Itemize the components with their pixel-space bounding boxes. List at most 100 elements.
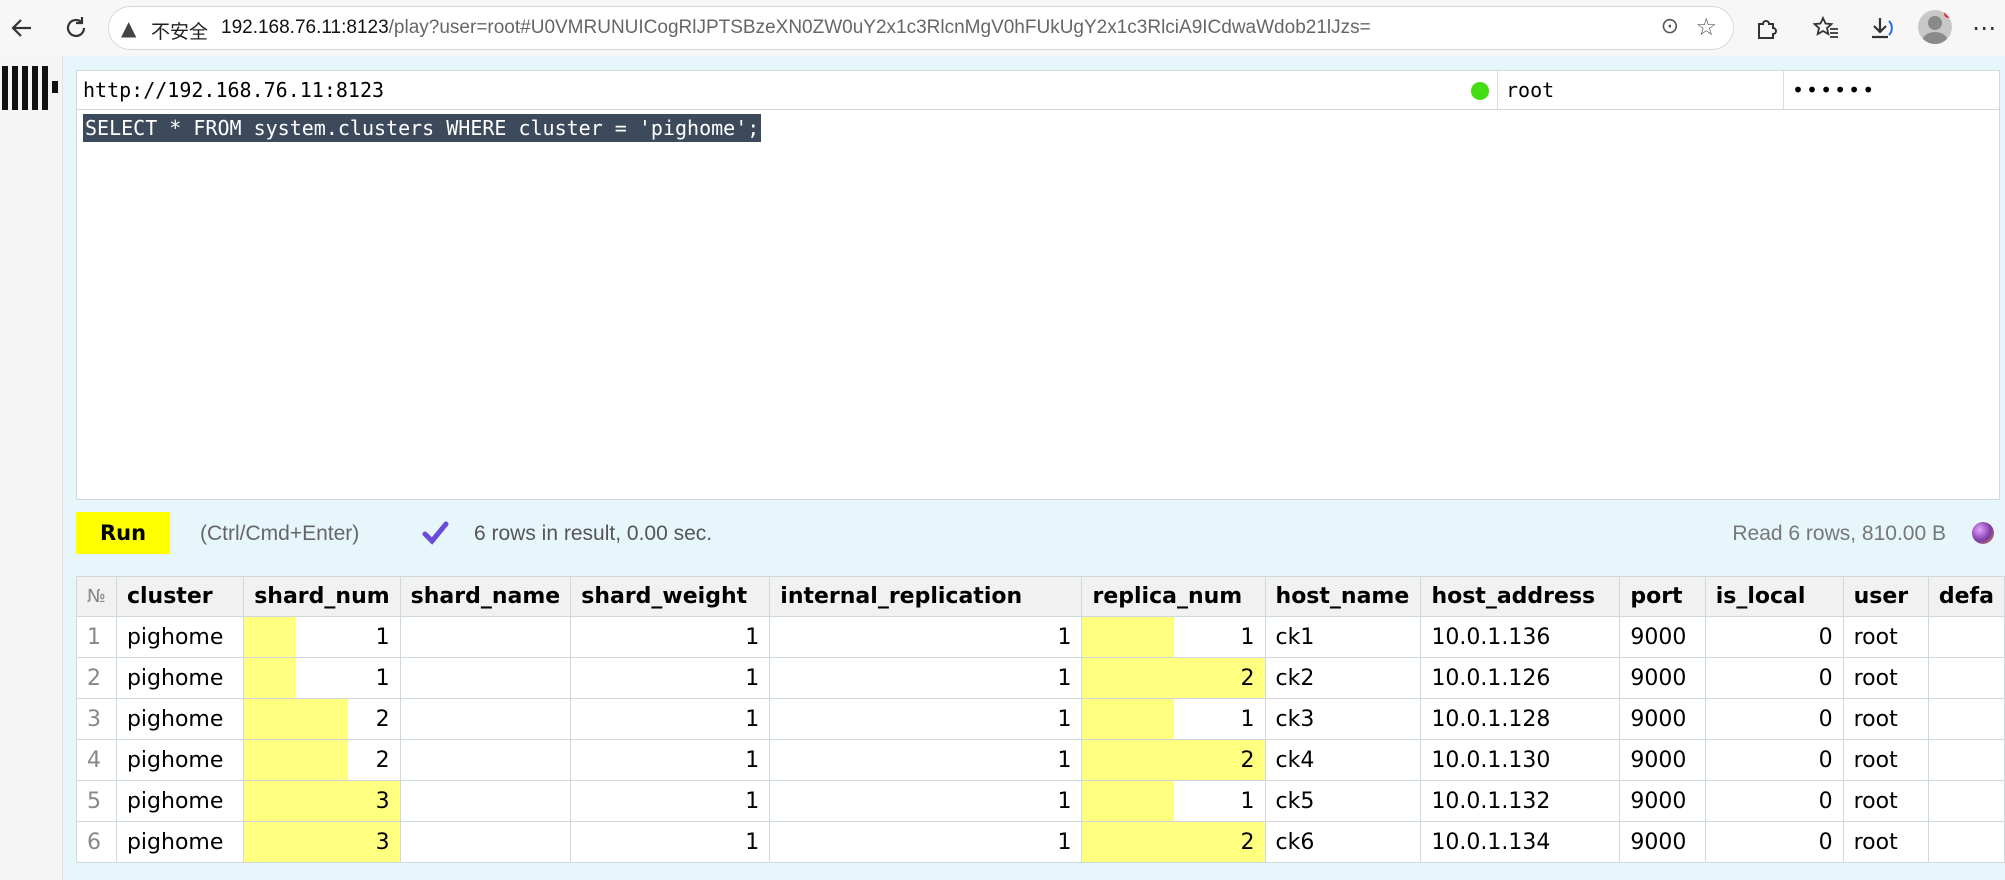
cell-shard-weight: 1 <box>570 821 771 863</box>
rownum: 6 <box>76 821 117 863</box>
cell-value: 3 <box>375 788 390 814</box>
table-row: 6 pighome 3 1 1 2 ck6 10.0.1.134 9000 0 root <box>76 821 2005 863</box>
cell-internal-replication: 1 <box>769 616 1083 658</box>
cell-cluster: pighome <box>115 739 245 781</box>
cell-cluster: pighome <box>115 616 245 658</box>
menu-icon[interactable]: ⋯ <box>1966 10 2002 46</box>
browser-toolbar: ▲ 不安全 192.168.76.11:8123/play?user=root#… <box>0 0 2005 56</box>
password-input[interactable] <box>1783 71 1999 109</box>
cell-host-address: 10.0.1.132 <box>1420 780 1621 822</box>
theme-toggle-icon[interactable] <box>1972 522 1994 544</box>
cell-internal-replication: 1 <box>769 821 1083 863</box>
rownum: 1 <box>76 616 117 658</box>
col-rownum: № <box>76 576 117 617</box>
cell-host-name: ck2 <box>1264 657 1422 699</box>
cell-value: 2 <box>375 706 390 732</box>
more-icon[interactable]: ⊙ <box>1661 14 1679 39</box>
cell-shard-weight: 1 <box>570 780 771 822</box>
col-shard-weight: shard_weight <box>570 576 771 617</box>
cell-default-database <box>1927 657 2005 699</box>
cell-default-database <box>1927 739 2005 781</box>
table-header-row: № cluster shard_num shard_name shard_wei… <box>76 576 2005 617</box>
table-row: 4 pighome 2 1 1 2 ck4 10.0.1.130 9000 0 root <box>76 739 2005 781</box>
cell-default-database <box>1927 616 2005 658</box>
cell-replica-num: 1 <box>1081 780 1266 822</box>
run-button[interactable]: Run <box>76 512 170 554</box>
cell-is-local: 0 <box>1704 698 1844 740</box>
user-input[interactable] <box>1497 71 1783 109</box>
query-text[interactable]: SELECT * FROM system.clusters WHERE clus… <box>83 114 762 142</box>
cell-internal-replication: 1 <box>769 780 1083 822</box>
cell-shard-name <box>399 698 572 740</box>
favorites-icon[interactable] <box>1808 10 1844 46</box>
cell-host-address: 10.0.1.128 <box>1420 698 1621 740</box>
cell-shard-name <box>399 657 572 699</box>
cell-shard-weight: 1 <box>570 616 771 658</box>
cell-shard-name <box>399 821 572 863</box>
col-host-name: host_name <box>1264 576 1422 617</box>
cell-host-address: 10.0.1.130 <box>1420 739 1621 781</box>
read-stats: Read 6 rows, 810.00 B <box>1732 522 1946 545</box>
cell-value: 2 <box>375 747 390 773</box>
refresh-icon[interactable] <box>58 10 94 46</box>
cell-is-local: 0 <box>1704 821 1844 863</box>
cell-user: root <box>1842 739 1929 781</box>
query-editor[interactable]: SELECT * FROM system.clusters WHERE clus… <box>76 110 2000 500</box>
cell-value: 2 <box>1240 665 1255 691</box>
cell-shard-name <box>399 739 572 781</box>
table-row: 3 pighome 2 1 1 1 ck3 10.0.1.128 9000 0 root <box>76 698 2005 740</box>
cell-cluster: pighome <box>115 780 245 822</box>
cell-shard-num: 2 <box>243 698 401 740</box>
cell-value: 1 <box>1240 706 1255 732</box>
cell-value: 1 <box>1240 624 1255 650</box>
cell-internal-replication: 1 <box>769 739 1083 781</box>
cell-replica-num: 1 <box>1081 616 1266 658</box>
back-icon[interactable] <box>4 10 40 46</box>
download-icon[interactable] <box>1862 10 1898 46</box>
rownum: 3 <box>76 698 117 740</box>
cell-user: root <box>1842 657 1929 699</box>
table-row: 5 pighome 3 1 1 1 ck5 10.0.1.132 9000 0 root <box>76 780 2005 822</box>
cell-internal-replication: 1 <box>769 657 1083 699</box>
address-bar[interactable]: ▲ 不安全 192.168.76.11:8123/play?user=root#… <box>108 6 1734 50</box>
favorite-star-icon[interactable]: ☆ <box>1695 13 1717 41</box>
server-url-input[interactable] <box>77 71 1429 109</box>
cell-port: 9000 <box>1619 821 1706 863</box>
run-shortcut-hint: (Ctrl/Cmd+Enter) <box>200 522 360 545</box>
profile-icon[interactable] <box>1918 10 1952 44</box>
cell-shard-name <box>399 780 572 822</box>
url-path: /play?user=root#U0VMRUNUICogRlJPTSBzeXN0… <box>388 17 1371 38</box>
cell-value: 3 <box>375 829 390 855</box>
warning-icon[interactable]: ▲ <box>121 16 136 40</box>
cell-value: 2 <box>1240 829 1255 855</box>
cell-default-database <box>1927 821 2005 863</box>
cell-host-name: ck3 <box>1264 698 1422 740</box>
left-sidebar <box>0 56 63 880</box>
table-row: 1 pighome 1 1 1 1 ck1 10.0.1.136 9000 0 root <box>76 616 2005 658</box>
check-icon <box>422 521 449 545</box>
cell-default-database <box>1927 780 2005 822</box>
address-url[interactable]: 192.168.76.11:8123/play?user=root#U0VMRU… <box>221 17 1371 39</box>
rownum: 4 <box>76 739 117 781</box>
col-replica-num: replica_num <box>1081 576 1266 617</box>
extensions-icon[interactable] <box>1748 10 1784 46</box>
clickhouse-logo-icon <box>2 66 60 110</box>
cell-replica-num: 2 <box>1081 821 1266 863</box>
table-row: 2 pighome 1 1 1 2 ck2 10.0.1.126 9000 0 root <box>76 657 2005 699</box>
cell-value: 2 <box>1240 747 1255 773</box>
cell-cluster: pighome <box>115 821 245 863</box>
result-stats: 6 rows in result, 0.00 sec. <box>474 522 713 545</box>
cell-host-name: ck1 <box>1264 616 1422 658</box>
insecure-label[interactable]: 不安全 <box>151 17 208 44</box>
cell-shard-name <box>399 616 572 658</box>
cell-port: 9000 <box>1619 657 1706 699</box>
cell-value: 1 <box>1240 788 1255 814</box>
cell-host-name: ck5 <box>1264 780 1422 822</box>
url-host: 192.168.76.11:8123 <box>221 17 389 38</box>
cell-replica-num: 2 <box>1081 739 1266 781</box>
cell-port: 9000 <box>1619 616 1706 658</box>
cell-is-local: 0 <box>1704 780 1844 822</box>
rownum: 2 <box>76 657 117 699</box>
cell-is-local: 0 <box>1704 739 1844 781</box>
col-user: user <box>1842 576 1929 617</box>
